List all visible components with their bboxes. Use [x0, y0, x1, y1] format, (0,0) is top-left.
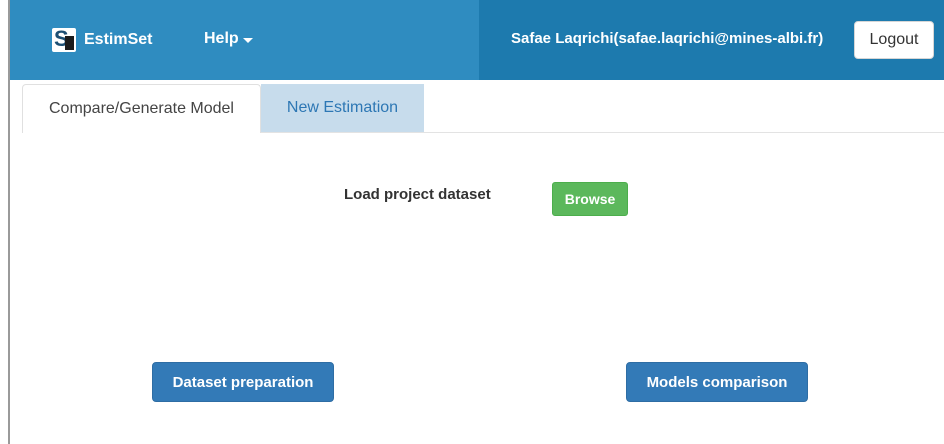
- help-menu[interactable]: Help: [204, 30, 253, 48]
- models-comparison-button[interactable]: Models comparison: [626, 362, 808, 402]
- brand[interactable]: S EstimSet: [52, 27, 153, 52]
- app-window: S EstimSet Help Safae Laqrichi(safae.laq…: [0, 0, 944, 444]
- caret-down-icon: [242, 37, 253, 43]
- estimset-logo-icon: S: [52, 27, 76, 52]
- load-dataset-label: Load project dataset: [344, 186, 491, 203]
- browse-button[interactable]: Browse: [552, 182, 628, 216]
- tab-compare-generate-model[interactable]: Compare/Generate Model: [22, 84, 261, 133]
- tab-new-estimation[interactable]: New Estimation: [261, 84, 424, 132]
- brand-text: EstimSet: [84, 31, 153, 48]
- logo-block: [65, 36, 74, 50]
- user-label[interactable]: Safae Laqrichi(safae.laqrichi@mines-albi…: [511, 30, 823, 47]
- help-menu-label: Help: [204, 30, 239, 47]
- dataset-preparation-button[interactable]: Dataset preparation: [152, 362, 334, 402]
- logout-button[interactable]: Logout: [854, 21, 934, 59]
